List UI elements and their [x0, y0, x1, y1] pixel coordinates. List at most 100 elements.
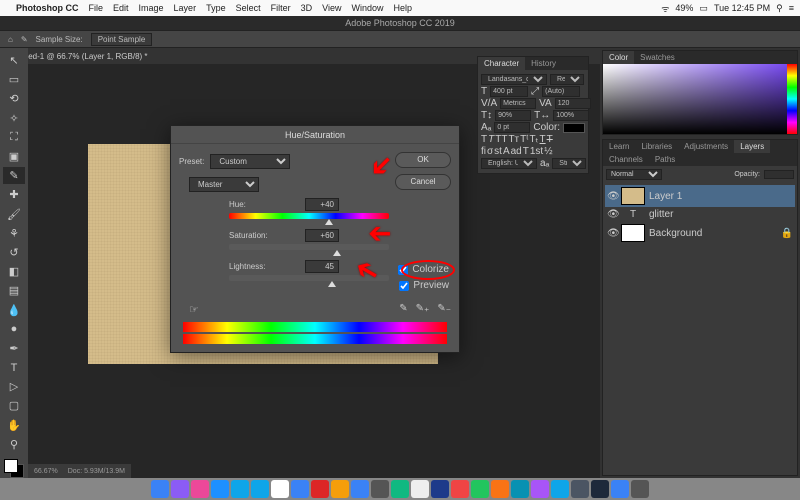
tab-channels[interactable]: Channels — [603, 153, 649, 166]
colorize-checkbox[interactable] — [398, 265, 408, 275]
wifi-icon[interactable]: ᯤ — [661, 2, 669, 15]
dock-app-icon[interactable] — [471, 480, 489, 498]
visibility-icon[interactable]: 👁 — [607, 209, 617, 220]
dock-app-icon[interactable] — [391, 480, 409, 498]
home-icon[interactable]: ⌂ — [8, 35, 13, 44]
menu-window[interactable]: Window — [351, 3, 383, 13]
super-icon[interactable]: Tᵗ — [520, 134, 528, 145]
notif-icon[interactable]: ≡ — [789, 3, 794, 13]
menu-image[interactable]: Image — [139, 3, 164, 13]
dock-app-icon[interactable] — [431, 480, 449, 498]
heal-tool-icon[interactable]: ✚ — [3, 186, 25, 203]
opentype-icon[interactable]: fi — [481, 146, 486, 157]
font-select[interactable]: Landasans_demo03 — [481, 74, 547, 85]
eyedropper-sub-icon[interactable]: ✎₋ — [437, 303, 451, 316]
layer-thumb[interactable] — [621, 187, 645, 205]
dock-app-icon[interactable] — [311, 480, 329, 498]
dock-app-icon[interactable] — [551, 480, 569, 498]
hscale-input[interactable] — [553, 110, 589, 121]
hue-strip[interactable] — [787, 64, 797, 134]
visibility-icon[interactable]: 👁 — [607, 228, 617, 239]
dock-app-icon[interactable] — [191, 480, 209, 498]
gradient-tool-icon[interactable]: ▤ — [3, 282, 25, 299]
layer-row[interactable]: 👁Tglitter — [605, 207, 795, 222]
eyedropper-add-icon[interactable]: ✎₊ — [416, 303, 430, 316]
app-name[interactable]: Photoshop CC — [16, 3, 79, 13]
layer-row[interactable]: 👁Background🔒 — [605, 222, 795, 244]
visibility-icon[interactable]: 👁 — [607, 191, 617, 202]
dock-app-icon[interactable] — [591, 480, 609, 498]
dock-app-icon[interactable] — [151, 480, 169, 498]
ok-button[interactable]: OK — [395, 152, 451, 168]
eyedropper-icon[interactable]: ✎ — [399, 303, 407, 316]
underline-icon[interactable]: T — [540, 134, 546, 145]
saturation-slider[interactable] — [229, 244, 389, 254]
menu-help[interactable]: Help — [393, 3, 412, 13]
lightness-slider[interactable] — [229, 275, 389, 285]
dock-app-icon[interactable] — [171, 480, 189, 498]
menu-file[interactable]: File — [89, 3, 104, 13]
dock-app-icon[interactable] — [411, 480, 429, 498]
stamp-tool-icon[interactable]: ⚘ — [3, 225, 25, 242]
dock-app-icon[interactable] — [531, 480, 549, 498]
tab-adjustments[interactable]: Adjustments — [678, 140, 734, 153]
move-tool-icon[interactable]: ↖ — [3, 52, 25, 69]
strike-icon[interactable]: T — [547, 134, 553, 145]
aa-select[interactable]: Strong — [552, 158, 586, 169]
preview-checkbox[interactable] — [399, 281, 409, 291]
font-size-input[interactable] — [490, 86, 528, 97]
dock-app-icon[interactable] — [231, 480, 249, 498]
dock-app-icon[interactable] — [351, 480, 369, 498]
zoom-level[interactable]: 66.67% — [34, 468, 58, 475]
hue-input[interactable] — [305, 198, 339, 211]
eyedropper-tool-icon[interactable]: ✎ — [3, 167, 25, 184]
menu-filter[interactable]: Filter — [271, 3, 291, 13]
dock-app-icon[interactable] — [211, 480, 229, 498]
frame-tool-icon[interactable]: ▣ — [3, 148, 25, 165]
pen-tool-icon[interactable]: ✒ — [3, 340, 25, 357]
color-swatch[interactable] — [4, 459, 24, 478]
caps-icon[interactable]: TT — [495, 134, 507, 145]
marquee-tool-icon[interactable]: ▭ — [3, 71, 25, 88]
italic-icon[interactable]: T — [488, 134, 494, 145]
lasso-tool-icon[interactable]: ⟲ — [3, 90, 25, 107]
spotlight-icon[interactable]: ⚲ — [776, 3, 783, 14]
dock-app-icon[interactable] — [271, 480, 289, 498]
dock-app-icon[interactable] — [371, 480, 389, 498]
tab-libraries[interactable]: Libraries — [635, 140, 678, 153]
menu-layer[interactable]: Layer — [174, 3, 197, 13]
path-tool-icon[interactable]: ▷ — [3, 378, 25, 395]
menu-type[interactable]: Type — [206, 3, 226, 13]
vscale-input[interactable] — [495, 110, 531, 121]
tab-learn[interactable]: Learn — [603, 140, 635, 153]
smallcaps-icon[interactable]: Tᴛ — [508, 134, 519, 145]
dock-app-icon[interactable] — [611, 480, 629, 498]
wand-tool-icon[interactable]: ✧ — [3, 110, 25, 127]
tab-swatches[interactable]: Swatches — [634, 51, 681, 64]
opacity-input[interactable] — [764, 170, 794, 179]
layer-row[interactable]: 👁Layer 1 — [605, 185, 795, 207]
zoom-tool-icon[interactable]: ⚲ — [3, 436, 25, 453]
kern-input[interactable] — [555, 98, 591, 109]
blend-mode-select[interactable]: Normal — [606, 169, 662, 180]
bold-icon[interactable]: T — [481, 134, 487, 145]
dock-app-icon[interactable] — [571, 480, 589, 498]
cancel-button[interactable]: Cancel — [395, 174, 451, 190]
tab-paths[interactable]: Paths — [649, 153, 681, 166]
brush-tool-icon[interactable]: 🖌 — [3, 206, 25, 223]
blur-tool-icon[interactable]: 💧 — [3, 301, 25, 318]
tab-history[interactable]: History — [525, 57, 562, 70]
menu-edit[interactable]: Edit — [113, 3, 129, 13]
dock-app-icon[interactable] — [451, 480, 469, 498]
baseline-input[interactable] — [494, 122, 530, 133]
tracking-input[interactable] — [500, 98, 536, 109]
menu-select[interactable]: Select — [236, 3, 261, 13]
dock-app-icon[interactable] — [631, 480, 649, 498]
history-brush-icon[interactable]: ↺ — [3, 244, 25, 261]
dock-app-icon[interactable] — [291, 480, 309, 498]
crop-tool-icon[interactable]: ⛶ — [3, 129, 25, 146]
saturation-input[interactable] — [305, 229, 339, 242]
type-tool-icon[interactable]: T — [3, 359, 25, 376]
menu-view[interactable]: View — [322, 3, 341, 13]
color-picker[interactable] — [603, 64, 797, 134]
